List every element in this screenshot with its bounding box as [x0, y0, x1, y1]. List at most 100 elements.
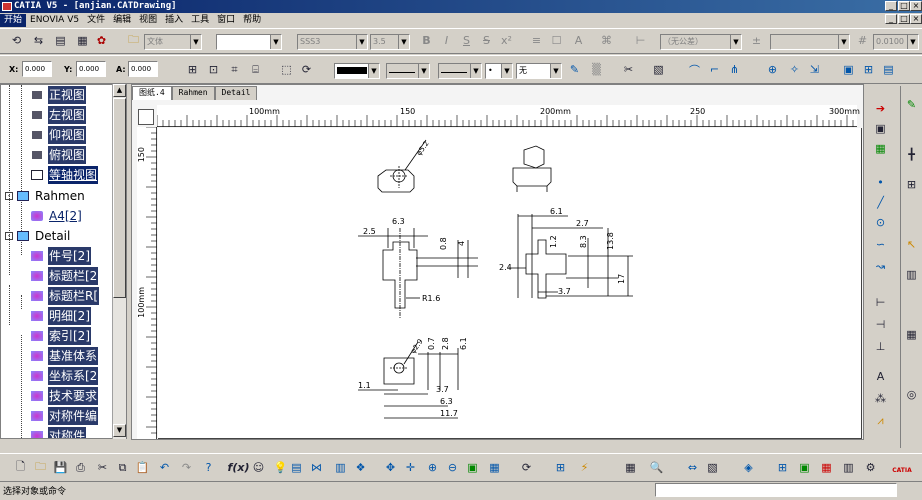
thickness-select[interactable]: ▼ [438, 63, 482, 79]
tab-rahmen[interactable]: Rahmen [171, 86, 215, 100]
tree-item-rahmen[interactable]: - Rahmen [5, 186, 86, 206]
italic-icon[interactable]: I [438, 32, 455, 49]
menu-tools[interactable]: 工具 [187, 14, 213, 27]
minimize-button[interactable]: _ [885, 1, 897, 11]
inspect-icon[interactable]: 🔍 [648, 459, 665, 476]
spline-icon[interactable]: ↝ [872, 258, 889, 275]
superscript-icon[interactable]: x² [498, 32, 515, 49]
side-view[interactable]: 6.1 2.7 1.2 8.3 13.8 2.4 3.7 17 [499, 207, 633, 299]
tree-item-a4[interactable]: A4[2] [31, 206, 83, 226]
table-view-icon[interactable]: ▤ [288, 459, 305, 476]
open-folder-icon[interactable]: 🗀 [125, 32, 142, 49]
menu-insert[interactable]: 插入 [161, 14, 187, 27]
table-create-icon[interactable]: ▦ [903, 326, 920, 343]
open-file-icon[interactable]: 🗀 [32, 459, 49, 476]
dimension-style-icon[interactable]: ⊢ [632, 32, 649, 49]
menu-view[interactable]: 视图 [135, 14, 161, 27]
close-button[interactable]: × [910, 1, 922, 11]
corner-icon[interactable]: ⌐ [706, 61, 723, 78]
crosshair-icon[interactable]: ⊕ [764, 61, 781, 78]
doc-close-button[interactable]: × [910, 14, 922, 24]
tree-item-index[interactable]: 索引[2] [31, 326, 91, 346]
catalog-icon[interactable]: ❖ [352, 459, 369, 476]
underline-icon[interactable]: S [458, 32, 475, 49]
cube-icon[interactable]: ⬚ [278, 61, 295, 78]
fit-all-icon[interactable]: ✥ [382, 459, 399, 476]
copy-icon[interactable]: ⧉ [114, 459, 131, 476]
scroll-down-icon[interactable]: ▼ [113, 424, 126, 437]
balloon-icon[interactable]: ◎ [903, 386, 920, 403]
menu-enovia[interactable]: ENOVIA V5 [26, 14, 83, 27]
layers-icon[interactable]: ◈ [740, 459, 757, 476]
sketch-icon[interactable]: ✎ [903, 96, 920, 113]
front-view[interactable]: 6.3 2.5 0.8 4 R1.6 [358, 217, 478, 318]
color-select[interactable]: ▼ [334, 63, 380, 79]
tree-item-front-view[interactable]: 正视图 [31, 85, 87, 105]
view-mode-icon[interactable]: ▦ [486, 459, 503, 476]
layer-select[interactable]: ▼ [216, 34, 282, 50]
tree-item-title-block[interactable]: 标题栏[2 [31, 266, 99, 286]
lightning-icon[interactable]: ⚡ [576, 459, 593, 476]
strikethrough-icon[interactable]: S [478, 32, 495, 49]
tab-detail[interactable]: Detail [214, 86, 258, 100]
paint-icon[interactable]: ✎ [566, 61, 583, 78]
font-style-select[interactable]: 文体 ▼ [144, 34, 202, 50]
lightbulb-icon[interactable]: 💡 [272, 459, 289, 476]
image-icon[interactable]: ▣ [840, 61, 857, 78]
tree-item-detail[interactable]: - Detail [5, 226, 71, 246]
tree-scrollbar[interactable]: ▲ ▼ [112, 84, 126, 439]
line-icon[interactable]: ╱ [872, 194, 889, 211]
zoom-in-icon[interactable]: ⊕ [424, 459, 441, 476]
angle-input[interactable]: 0.000 [128, 61, 158, 77]
tree-item-isometric-view[interactable]: 等轴视图 [31, 165, 99, 185]
arc-icon[interactable]: ⌒ [686, 61, 703, 78]
cursor-icon[interactable]: ↖ [903, 236, 920, 253]
doc-minimize-button[interactable]: _ [885, 14, 897, 24]
table-bottom-icon[interactable]: ▥ [840, 459, 857, 476]
save-icon[interactable]: 💾 [52, 459, 69, 476]
axis-icon[interactable]: ╋ [903, 146, 920, 163]
menu-file[interactable]: 文件 [83, 14, 109, 27]
ruler-toggle[interactable] [138, 109, 154, 125]
y-coordinate-input[interactable]: 0.000 [76, 61, 106, 77]
annotation-icon[interactable]: ⁂ [872, 390, 889, 407]
distance-icon[interactable]: ⇔ [684, 459, 701, 476]
tolerance-icon[interactable]: ± [748, 32, 765, 49]
command-input[interactable] [655, 483, 897, 497]
anchor-icon[interactable]: A [570, 32, 587, 49]
frame-title-icon[interactable]: ▥ [903, 266, 920, 283]
tree-item-part-number[interactable]: 件号[2] [31, 246, 91, 266]
text-icon[interactable]: A [872, 368, 889, 385]
tree-item-bom[interactable]: 明细[2] [31, 306, 91, 326]
doc-restore-button[interactable]: □ [898, 14, 910, 24]
snap-icon[interactable]: ⊡ [205, 61, 222, 78]
drawing-sheet[interactable]: φ5.2 6.3 2.5 0.8 4 R1.6 6.1 2.7 1.2 8.3 … [158, 128, 862, 439]
numeric-icon[interactable]: # [854, 32, 871, 49]
layout-icon[interactable]: ▦ [74, 32, 91, 49]
tab-sheet4[interactable]: 图纸.4 [132, 86, 172, 100]
isometric-view[interactable] [512, 145, 552, 192]
new-file-icon[interactable]: 🗋 [12, 459, 29, 476]
zoom-out-icon[interactable]: ⊖ [444, 459, 461, 476]
top-view[interactable]: φ5.2 [377, 140, 431, 193]
point-icon[interactable]: • [872, 174, 889, 191]
tree-item-bottom-view[interactable]: 仰视图 [31, 125, 87, 145]
bold-icon[interactable]: B [418, 32, 435, 49]
trim-icon[interactable]: ⋔ [726, 61, 743, 78]
symbol-icon[interactable]: ⌘ [598, 32, 615, 49]
tree-item-title-block-r[interactable]: 标题栏R[ [31, 286, 100, 306]
pattern-icon[interactable]: ▒ [588, 61, 605, 78]
image-bottom-icon[interactable]: ▣ [796, 459, 813, 476]
measure-bottom-icon[interactable]: ▦ [622, 459, 639, 476]
sheet-icon[interactable]: ▤ [52, 32, 69, 49]
analysis-bottom-icon[interactable]: ⊞ [552, 459, 569, 476]
circle-icon[interactable]: ⊙ [872, 214, 889, 231]
tree-view-icon[interactable]: ⋈ [308, 459, 325, 476]
menu-edit[interactable]: 编辑 [109, 14, 135, 27]
normal-view-icon[interactable]: ▣ [464, 459, 481, 476]
knowledge-icon[interactable]: ☺ [250, 459, 267, 476]
library-icon[interactable]: ▥ [332, 459, 349, 476]
bottom-view[interactable]: φ2.9 0.7 2.8 6.1 1.1 3.7 6.3 11.7 [358, 337, 468, 419]
analysis-icon[interactable]: ▧ [650, 61, 667, 78]
view-create-icon[interactable]: ▣ [872, 120, 889, 137]
